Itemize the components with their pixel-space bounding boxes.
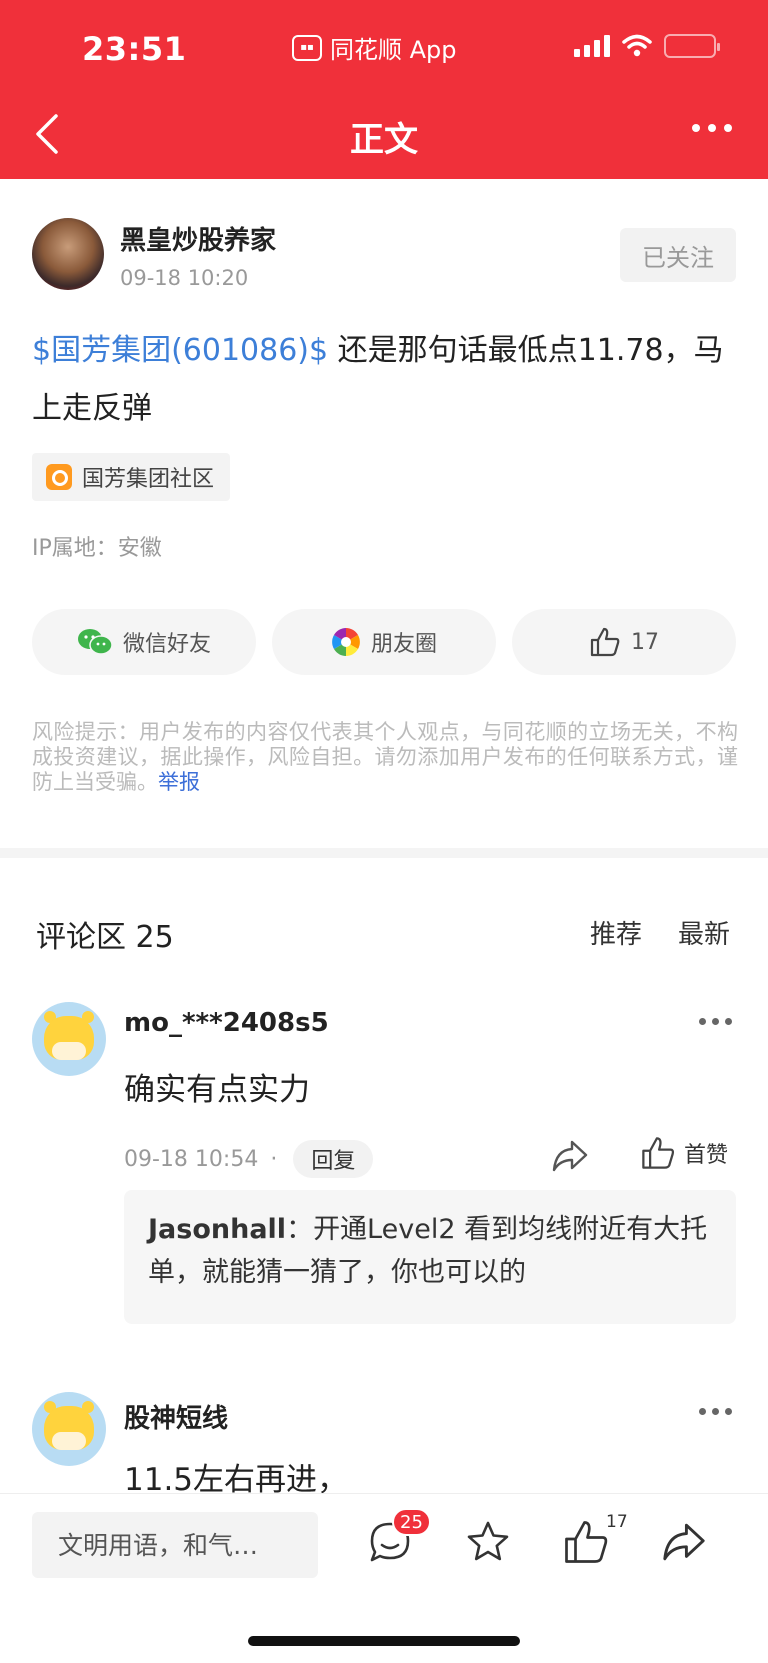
meta-separator: · [270, 1146, 278, 1172]
status-icons [574, 34, 720, 58]
more-icon[interactable] [692, 124, 732, 132]
post-like-button[interactable]: 17 [512, 609, 736, 675]
comment-more-icon[interactable] [699, 1018, 732, 1025]
moments-icon [332, 628, 360, 656]
comment-username[interactable]: 股神短线 [124, 1398, 228, 1435]
reply-separator: ： [286, 1214, 314, 1245]
community-tag[interactable]: 国芳集团社区 [32, 453, 231, 501]
page-title: 正文 [350, 120, 418, 160]
forward-icon[interactable] [660, 1518, 708, 1566]
battery-icon [664, 34, 720, 58]
stock-link[interactable]: $国芳集团(601086)$ [32, 333, 328, 368]
comment-meta: 09-18 10:54 · 回复 [124, 1140, 374, 1178]
star-icon[interactable] [464, 1518, 512, 1566]
post-content: $国芳集团(601086)$ 还是那句话最低点11.78，马上走反弹 [32, 322, 736, 438]
share-wechat-label: 微信好友 [122, 632, 211, 657]
comment-like-button[interactable]: 首赞 [640, 1136, 728, 1170]
risk-notice: 风险提示：用户发布的内容仅代表其个人观点，与同花顺的立场无关，不构成投资建议，据… [32, 720, 738, 795]
wechat-icon [77, 629, 113, 655]
risk-notice-text: 风险提示：用户发布的内容仅代表其个人观点，与同花顺的立场无关，不构成投资建议，据… [32, 720, 738, 794]
community-label: 国芳集团社区 [82, 467, 215, 492]
author-name[interactable]: 黑皇炒股养家 [120, 220, 276, 257]
home-indicator[interactable] [248, 1636, 520, 1646]
bottom-bar: 25 17 [0, 1493, 768, 1663]
author-avatar[interactable] [32, 218, 104, 290]
comments-title: 评论区 25 [36, 920, 174, 955]
app-logo-icon: ▪▪ [292, 34, 322, 61]
section-divider [0, 848, 768, 858]
comment-input[interactable] [32, 1512, 318, 1578]
community-icon [46, 464, 72, 490]
comment-avatar[interactable] [32, 1002, 106, 1076]
thumb-up-icon[interactable] [562, 1518, 610, 1566]
cellular-signal-icon [574, 35, 610, 57]
status-app-indicator[interactable]: ▪▪ 同花顺 App [292, 30, 457, 65]
share-wechat-button[interactable]: 微信好友 [32, 609, 256, 675]
header: 23:51 ▪▪ 同花顺 App 正文 [0, 0, 768, 179]
share-moments-label: 朋友圈 [370, 632, 437, 657]
sort-recommended-tab[interactable]: 推荐 [590, 914, 642, 951]
comment-count-badge: 25 [392, 1508, 431, 1536]
forward-icon[interactable] [550, 1136, 590, 1176]
status-time: 23:51 [82, 30, 187, 68]
wifi-icon [622, 34, 652, 57]
ip-location: IP属地：安徽 [32, 536, 162, 561]
reply-username[interactable]: Jasonhall [148, 1214, 286, 1245]
sort-latest-tab[interactable]: 最新 [678, 914, 730, 951]
comment-more-icon[interactable] [699, 1408, 732, 1415]
comment-time: 09-18 10:54 [124, 1146, 259, 1172]
thumb-up-icon [590, 627, 620, 657]
bottom-like-count: 17 [606, 1512, 628, 1532]
post-time: 09-18 10:20 [120, 266, 249, 290]
report-link[interactable]: 举报 [158, 770, 200, 794]
comment-text: 确实有点实力 [124, 1072, 310, 1108]
post-like-count: 17 [631, 629, 659, 655]
reply-button[interactable]: 回复 [293, 1140, 374, 1178]
comment-avatar[interactable] [32, 1392, 106, 1466]
reply-box[interactable]: Jasonhall：开通Level2 看到均线附近有大托单，就能猜一猜了，你也可… [124, 1190, 736, 1324]
status-app-label: 同花顺 App [330, 36, 457, 64]
comment-like-label: 首赞 [684, 1143, 729, 1168]
follow-button[interactable]: 已关注 [620, 228, 736, 282]
comment-username[interactable]: mo_***2408s5 [124, 1008, 329, 1038]
share-moments-button[interactable]: 朋友圈 [272, 609, 496, 675]
thumb-up-icon [642, 1137, 675, 1169]
